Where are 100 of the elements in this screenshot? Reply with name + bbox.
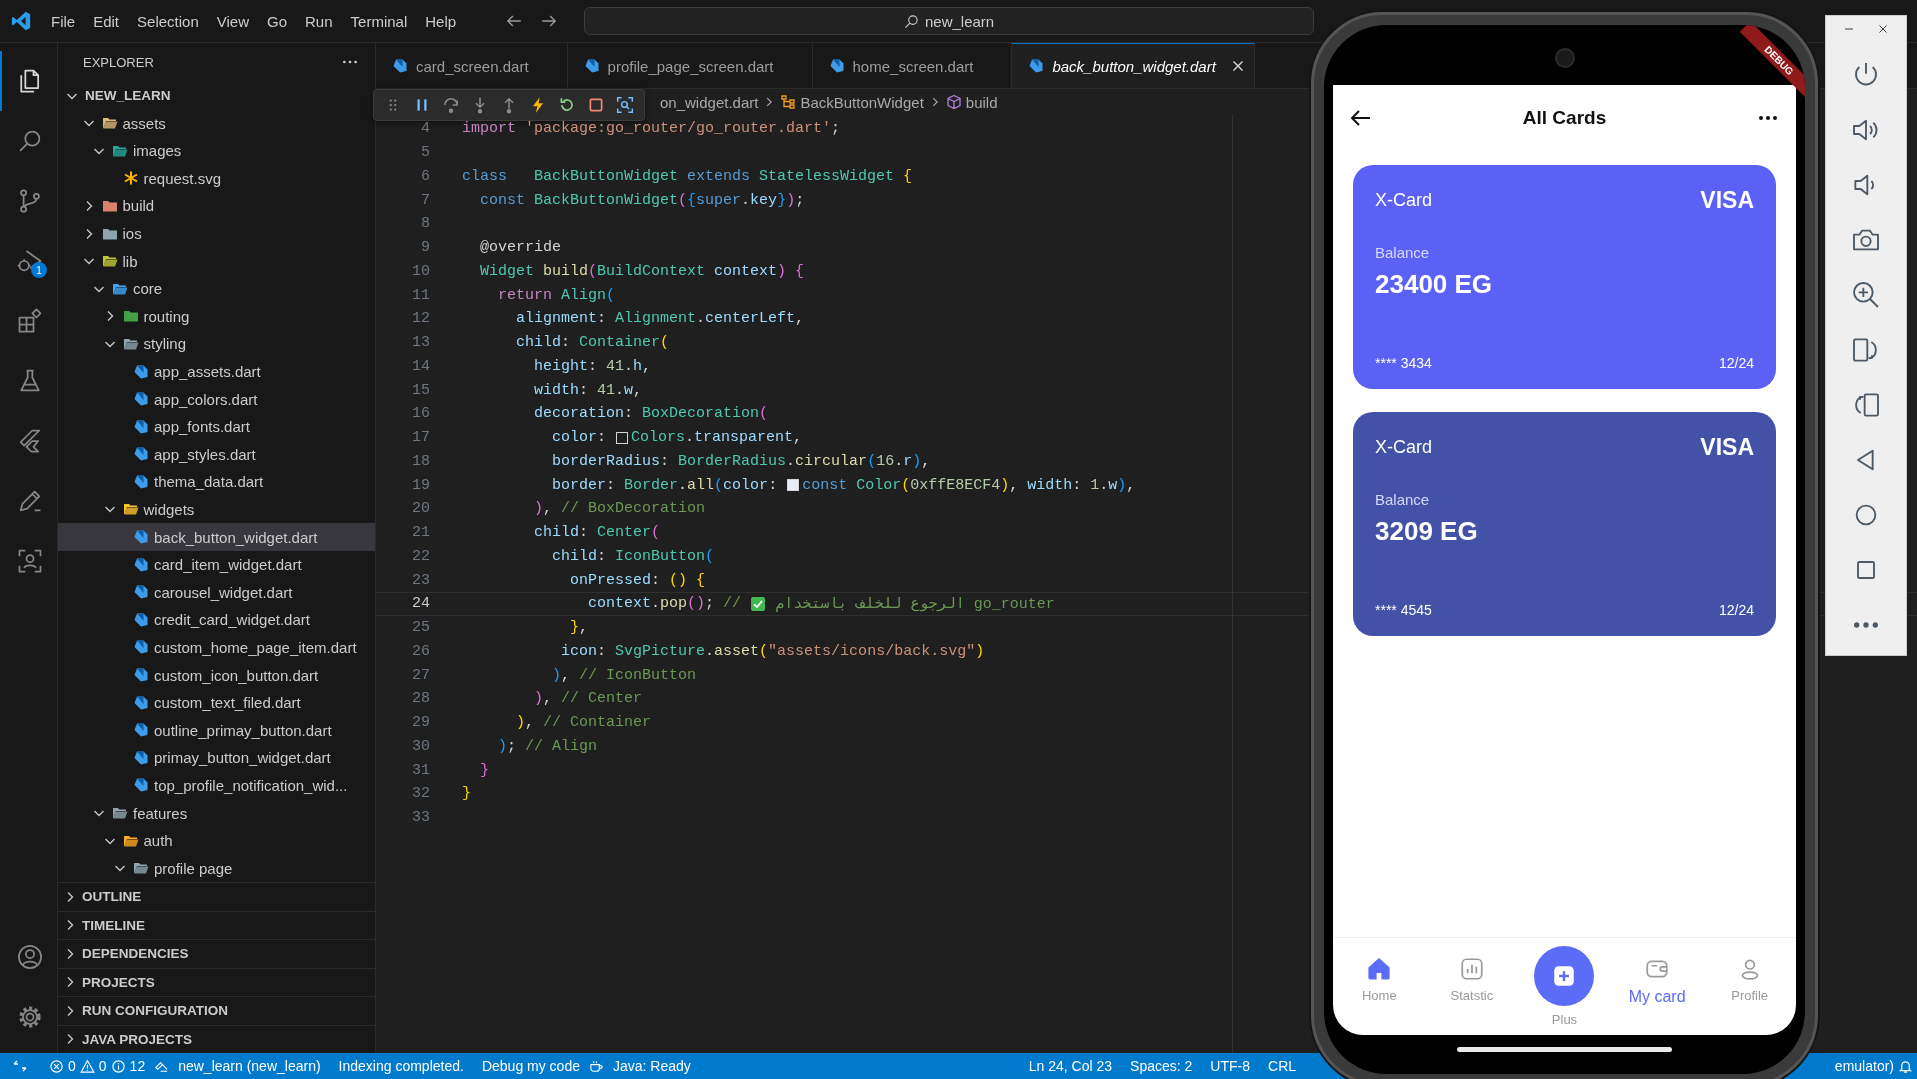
panel-header[interactable]: PROJECTS (58, 967, 375, 996)
line-number: 10 (411, 262, 430, 280)
explorer-entry[interactable]: top_profile_notification_wid... (58, 771, 375, 800)
panel-title: EXPLORER (83, 54, 154, 70)
color-swatch-icon (616, 431, 629, 444)
file-icon (133, 584, 149, 601)
line-number: 29 (411, 714, 430, 732)
file-icon (133, 446, 149, 463)
file-icon (133, 473, 149, 490)
menu-item[interactable]: View (207, 8, 258, 34)
explorer-folder[interactable]: core (58, 274, 375, 303)
menu-item[interactable]: File (42, 8, 85, 34)
line-number: 6 (420, 167, 430, 185)
explorer-folder[interactable]: routing (58, 302, 375, 331)
status-item[interactable]: CRL (1259, 1058, 1306, 1074)
explorer-folder[interactable]: ios (58, 219, 375, 248)
line-number: 24 (411, 595, 430, 613)
explorer-folder[interactable]: images (58, 136, 375, 165)
file-icon (133, 556, 149, 573)
menu-item[interactable]: Edit (84, 8, 129, 34)
coffee-cup-icon (588, 1058, 604, 1074)
breadcrumb-item[interactable]: BackButtonWidget (800, 93, 924, 111)
balance-label: Balance (1375, 244, 1431, 261)
explorer-folder[interactable]: NEW_LEARN (58, 81, 375, 110)
search-icon (904, 13, 919, 29)
code-line: child: Container( (515, 334, 670, 352)
line-number: 19 (411, 476, 430, 494)
account-icon[interactable] (15, 943, 44, 971)
panel-header[interactable]: DEPENDENCIES (58, 939, 375, 968)
explorer-entry[interactable]: app_assets.dart (58, 357, 375, 386)
file-icon (392, 58, 408, 74)
file-icon (133, 418, 149, 435)
file-icon (133, 611, 149, 628)
line-number: 26 (411, 642, 430, 660)
class-icon (780, 94, 797, 110)
code-line: return Align( (497, 286, 616, 304)
menu-item[interactable]: Help (416, 8, 466, 34)
line-number: 31 (411, 761, 430, 779)
explorer-entry[interactable]: primay_button_widget.dart (58, 744, 375, 772)
explorer-folder[interactable]: widgets (58, 495, 375, 524)
explorer-entry[interactable]: carousel_widget.dart (58, 578, 375, 607)
menu-item[interactable]: Selection (128, 8, 208, 34)
explorer-entry[interactable]: custom_text_filed.dart (58, 688, 375, 717)
code-line: width: 41.w, (533, 381, 643, 399)
status-item[interactable]: Indexing completed. (329, 1058, 473, 1074)
menu-item[interactable]: Go (258, 8, 296, 34)
panel-header[interactable]: TIMELINE (58, 910, 375, 939)
breadcrumb-item[interactable]: build (965, 93, 998, 111)
explorer-entry[interactable]: custom_home_page_item.dart (58, 633, 375, 662)
explorer-folder[interactable]: lib (58, 247, 375, 275)
explorer-entry[interactable]: app_fonts.dart (58, 412, 375, 441)
explorer-entry[interactable]: app_styles.dart (58, 440, 375, 469)
explorer-entry[interactable]: card_item_widget.dart (58, 550, 375, 579)
checkmark-icon (750, 595, 767, 612)
search-field[interactable]: new_learn (584, 7, 1315, 35)
menu-item[interactable]: Terminal (341, 8, 417, 34)
explorer-entry[interactable]: outline_primay_button.dart (58, 716, 375, 745)
bank-card[interactable]: X-Card VISA Balance 23400 EG **** 3434 12/24 (1353, 165, 1776, 389)
status-item[interactable]: Debug my code (472, 1058, 589, 1074)
explorer-entry[interactable]: app_colors.dart (58, 385, 375, 413)
status-item[interactable]: new_learn (new_learn) (169, 1058, 330, 1074)
explorer-folder[interactable]: features (58, 799, 375, 827)
problems-indicator[interactable]: 0 0 12 (40, 1058, 155, 1074)
explorer-entry[interactable]: credit_card_widget.dart (58, 606, 375, 634)
editor-tab[interactable]: back_button_widget.dart (1012, 43, 1255, 88)
count-badge: 1 (31, 262, 47, 278)
screen-title: All Cards (1522, 106, 1607, 129)
bank-card[interactable]: X-Card VISA Balance 3209 EG **** 4545 12/24 (1353, 412, 1776, 636)
breadcrumb-item[interactable]: on_widget.dart (660, 93, 759, 111)
file-icon (583, 58, 600, 74)
line-number: 27 (411, 666, 430, 684)
code-line: }, (569, 619, 589, 637)
bell-icon[interactable] (1898, 1058, 1913, 1074)
explorer-entry[interactable]: thema_data.dart (58, 468, 375, 496)
explorer-folder[interactable]: styling (58, 330, 375, 358)
status-item[interactable]: Ln 24, Col 23 (1019, 1058, 1122, 1074)
explorer-entry[interactable]: request.svg (58, 164, 375, 193)
menu-item[interactable]: Run (296, 8, 342, 34)
app-logo-icon (10, 10, 32, 32)
panel-header[interactable]: OUTLINE (58, 882, 375, 911)
explorer-entry[interactable]: back_button_widget.dart (58, 523, 375, 551)
status-item[interactable]: Spaces: 2 (1121, 1058, 1202, 1074)
line-number: 5 (420, 144, 430, 162)
balance-amount: 23400 EG (1375, 269, 1494, 301)
code-line: class BackButtonWidget extends StatelessWidget { (462, 167, 913, 185)
card-number: **** 3434 (1375, 355, 1432, 371)
explorer-entry[interactable]: custom_icon_button.dart (58, 661, 375, 689)
explorer-folder[interactable]: profile page (58, 854, 375, 882)
nav-item[interactable]: My card (1617, 956, 1698, 1006)
panel-header[interactable]: RUN CONFIGURATION (58, 996, 375, 1025)
explorer-folder[interactable]: assets (58, 109, 375, 137)
status-item[interactable]: emulator) (1834, 1058, 1894, 1074)
status-item[interactable]: UTF-8 (1201, 1058, 1260, 1074)
explorer-folder[interactable]: build (58, 192, 375, 220)
status-item[interactable]: Java: Ready (603, 1058, 700, 1074)
file-icon (1028, 58, 1045, 74)
inspect-icon[interactable] (614, 94, 636, 116)
line-number: 23 (411, 571, 430, 589)
balance-label: Balance (1375, 491, 1431, 508)
explorer-folder[interactable]: auth (58, 826, 375, 855)
